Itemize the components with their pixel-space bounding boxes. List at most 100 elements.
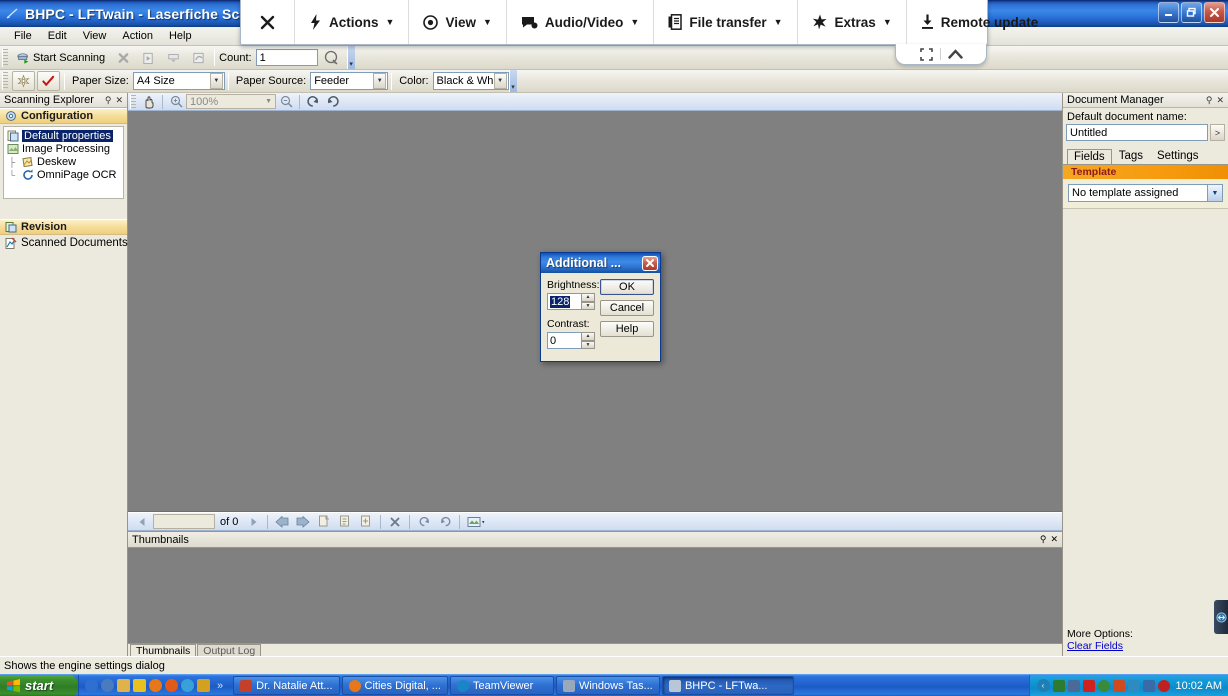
monitor-icon[interactable] [1143, 680, 1155, 692]
rescan-button[interactable] [187, 48, 210, 68]
lightning-icon[interactable] [133, 679, 146, 692]
tab-settings[interactable]: Settings [1150, 148, 1206, 164]
menu-item-help[interactable]: Help [161, 29, 200, 43]
back-button[interactable] [273, 514, 291, 530]
template-select[interactable]: No template assigned ▼ [1068, 184, 1223, 202]
task-button[interactable]: TeamViewer [450, 676, 554, 695]
remote-update-button[interactable]: Remote update [907, 0, 1053, 44]
tab-tags[interactable]: Tags [1112, 148, 1150, 164]
revision-group-header[interactable]: Revision [0, 219, 127, 235]
forward-button[interactable] [294, 514, 312, 530]
battery-icon[interactable] [1053, 680, 1065, 692]
remote-audio-video-menu[interactable]: Audio/Video ▼ [507, 0, 654, 44]
browse-button[interactable]: > [1210, 124, 1225, 141]
insert-page-button[interactable] [336, 514, 354, 530]
media-icon[interactable] [165, 679, 178, 692]
engine-settings-button[interactable]: z [319, 48, 346, 68]
close-button[interactable] [1204, 2, 1225, 23]
chevron-down-icon[interactable]: ▼ [210, 73, 223, 89]
firefox-icon[interactable] [149, 679, 162, 692]
delete-page-button[interactable] [386, 514, 404, 530]
scanner-properties-button[interactable] [12, 71, 35, 91]
internet-explorer-icon[interactable] [85, 679, 98, 692]
rotate-right-button[interactable] [324, 94, 342, 110]
chevron-down-icon[interactable]: ▼ [265, 98, 272, 105]
brightness-input[interactable]: 128 [547, 293, 581, 310]
quick-launch-overflow[interactable]: » [217, 680, 223, 692]
pin-icon[interactable]: ⚲ [1206, 95, 1213, 106]
help-button[interactable]: Help [600, 321, 654, 337]
close-icon[interactable]: ✕ [1216, 95, 1224, 106]
rotate-left-button[interactable] [304, 94, 322, 110]
contrast-decrement-button[interactable]: ▼ [581, 341, 595, 350]
brightness-decrement-button[interactable]: ▼ [581, 302, 595, 311]
remote-view-menu[interactable]: View ▼ [409, 0, 506, 44]
warning-shield-icon[interactable] [1113, 680, 1125, 692]
browser-icon[interactable] [101, 679, 114, 692]
menu-item-edit[interactable]: Edit [40, 29, 75, 43]
clear-fields-link[interactable]: Clear Fields [1067, 640, 1228, 652]
apply-settings-button[interactable] [37, 71, 60, 91]
clock[interactable]: 10:02 AM [1176, 680, 1222, 692]
close-session-button[interactable] [241, 0, 295, 44]
toolbar-grip[interactable] [130, 95, 136, 109]
remote-bar-tab[interactable] [895, 44, 987, 65]
chevron-down-icon[interactable]: ▼ [1207, 185, 1222, 201]
start-scanning-button[interactable]: Start Scanning [12, 48, 110, 68]
tree-item-default-properties[interactable]: Default properties [6, 129, 123, 142]
menu-item-view[interactable]: View [75, 29, 115, 43]
tree-item-omnipage-ocr[interactable]: └ OmniPage OCR [6, 168, 123, 181]
menu-item-action[interactable]: Action [114, 29, 161, 43]
tab-fields[interactable]: Fields [1067, 149, 1112, 164]
tree-item-deskew[interactable]: ├ Deskew [6, 155, 123, 168]
display-mode-button[interactable] [465, 514, 489, 530]
maximize-button[interactable] [1181, 2, 1202, 23]
contrast-stepper[interactable]: 0 ▲ ▼ [547, 332, 595, 349]
default-document-name-input[interactable]: Untitled [1066, 124, 1208, 141]
cancel-button[interactable]: Cancel [600, 300, 654, 316]
toolbar-overflow-chevron[interactable]: ▾ [509, 70, 517, 92]
scanned-documents-item[interactable]: Scanned Documents [0, 235, 127, 251]
task-button-active[interactable]: BHPC - LFTwa... [662, 676, 794, 695]
page-number-input[interactable] [153, 514, 215, 529]
additional-settings-dialog[interactable]: Additional ... Brightness: 128 ▲ ▼ Contr… [540, 252, 661, 362]
toolbar-grip[interactable] [2, 72, 8, 90]
folder-icon[interactable] [117, 679, 130, 692]
stop-scanning-button[interactable] [112, 48, 135, 68]
menu-item-file[interactable]: File [6, 29, 40, 43]
chevron-down-icon[interactable]: ▼ [494, 73, 507, 89]
collapse-panel-button[interactable] [1214, 600, 1228, 634]
task-button[interactable]: Windows Tas... [556, 676, 660, 695]
pan-tool-button[interactable] [140, 94, 158, 110]
task-button[interactable]: Dr. Natalie Att... [233, 676, 339, 695]
task-button[interactable]: Cities Digital, ... [342, 676, 448, 695]
contrast-input[interactable]: 0 [547, 332, 581, 349]
app-icon[interactable] [197, 679, 210, 692]
pin-icon[interactable]: ⚲ [1040, 534, 1047, 545]
contrast-increment-button[interactable]: ▲ [581, 332, 595, 341]
sync-icon[interactable] [1098, 680, 1110, 692]
count-input[interactable]: 1 [256, 49, 318, 66]
next-page-button[interactable] [244, 514, 262, 530]
brightness-stepper[interactable]: 128 ▲ ▼ [547, 293, 595, 310]
zoom-in-button[interactable] [167, 94, 185, 110]
chevron-down-icon[interactable]: ▼ [373, 73, 386, 89]
close-icon[interactable]: ✕ [1050, 534, 1058, 545]
zoom-level-select[interactable]: 100% ▼ [186, 94, 276, 109]
dialog-close-button[interactable] [642, 256, 658, 271]
zoom-out-button[interactable] [277, 94, 295, 110]
pin-icon[interactable]: ⚲ [105, 95, 112, 106]
start-button[interactable]: start [0, 675, 78, 696]
ok-button[interactable]: OK [600, 279, 654, 295]
color-select[interactable]: Black & White ▼ [433, 72, 509, 90]
globe-icon[interactable] [181, 679, 194, 692]
rotate-cw-button[interactable] [436, 514, 454, 530]
network-icon[interactable] [1068, 680, 1080, 692]
remote-file-transfer-menu[interactable]: File transfer ▼ [654, 0, 797, 44]
remote-actions-menu[interactable]: Actions ▼ [295, 0, 409, 44]
paper-size-select[interactable]: A4 Size ▼ [133, 72, 225, 90]
brightness-increment-button[interactable]: ▲ [581, 293, 595, 302]
configuration-group-header[interactable]: Configuration [0, 108, 127, 124]
minimize-button[interactable] [1158, 2, 1179, 23]
resume-scanning-button[interactable] [137, 48, 160, 68]
